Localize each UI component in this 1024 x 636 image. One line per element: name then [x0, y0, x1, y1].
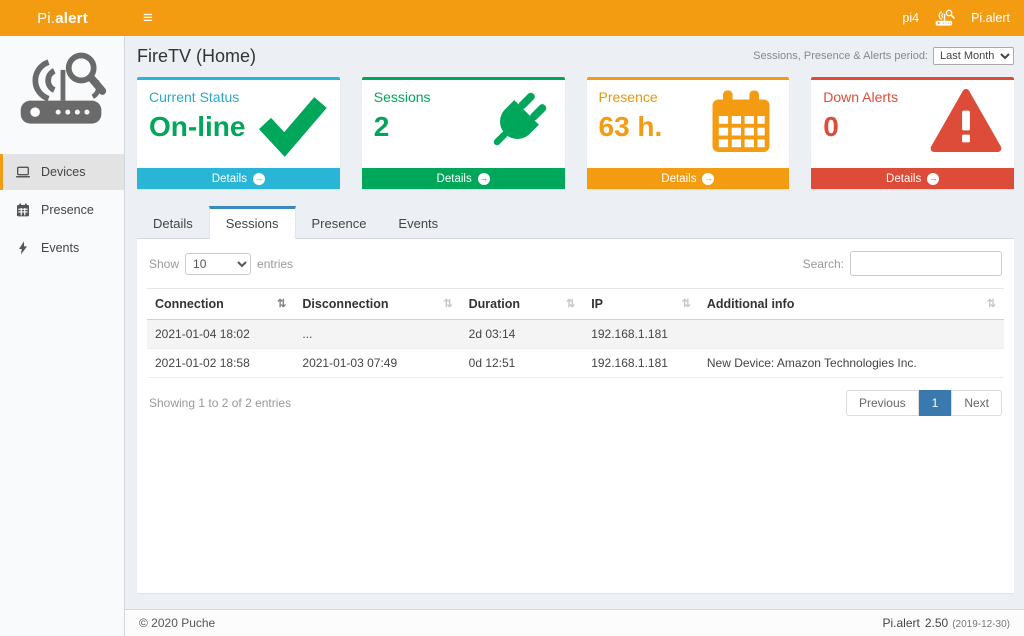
sessions-tab-content: Show 10 entries Search:: [137, 239, 1014, 593]
hostname-link[interactable]: pi4: [902, 11, 919, 25]
arrow-right-icon: →: [478, 173, 490, 185]
brand-prefix: Pi.: [37, 10, 55, 27]
copyright-text: © 2020 Puche: [139, 616, 215, 630]
calendar-icon: [15, 202, 31, 218]
entries-label: entries: [257, 257, 293, 271]
sort-icon: ⇅: [987, 297, 996, 310]
topbar-spacer: [171, 0, 902, 36]
sidebar-menu: Devices Presence Events: [0, 154, 124, 266]
card-details-link[interactable]: Details →: [587, 168, 790, 189]
cell-duration: 0d 12:51: [461, 349, 584, 378]
arrow-right-icon: →: [253, 173, 265, 185]
period-label: Sessions, Presence & Alerts period:: [753, 50, 928, 62]
tab-presence[interactable]: Presence: [296, 206, 383, 239]
sidebar-item-presence[interactable]: Presence: [0, 192, 124, 228]
table-row: 2021-01-04 18:02 ... 2d 03:14 192.168.1.…: [147, 320, 1004, 349]
cell-disconnection: 2021-01-03 07:49: [294, 349, 460, 378]
table-summary: Showing 1 to 2 of 2 entries: [149, 396, 291, 410]
arrow-right-icon: →: [702, 173, 714, 185]
previous-page-button[interactable]: Previous: [846, 390, 919, 416]
column-header-connection[interactable]: Connection⇅: [147, 289, 294, 320]
card-sessions: Sessions 2 Details →: [362, 77, 565, 189]
cell-connection: 2021-01-04 18:02: [147, 320, 294, 349]
page-1-button[interactable]: 1: [919, 390, 952, 416]
sidebar-item-label: Events: [41, 241, 79, 255]
sort-icon: ⇅: [443, 297, 452, 310]
show-label: Show: [149, 257, 179, 271]
search-label: Search:: [803, 257, 844, 271]
sidebar-item-label: Presence: [41, 203, 94, 217]
tab-sessions[interactable]: Sessions: [209, 206, 296, 239]
tab-details[interactable]: Details: [137, 206, 209, 239]
content: FireTV (Home) Sessions, Presence & Alert…: [125, 36, 1024, 609]
sidebar-logo: [0, 36, 124, 154]
table-row: 2021-01-02 18:58 2021-01-03 07:49 0d 12:…: [147, 349, 1004, 378]
device-tabs-panel: Details Sessions Presence Events Show 10…: [137, 206, 1014, 593]
sort-icon: ⇅: [277, 297, 286, 310]
version-text: Pi.alert2.50(2019-12-30): [882, 616, 1010, 630]
sort-icon: ⇅: [566, 297, 575, 310]
next-page-button[interactable]: Next: [951, 390, 1002, 416]
page-title: FireTV (Home): [137, 46, 256, 67]
card-presence: Presence 63 h. Details →: [587, 77, 790, 189]
sidebar-toggle-button[interactable]: ≡: [125, 0, 171, 36]
tab-events[interactable]: Events: [382, 206, 454, 239]
page-size-select[interactable]: 10: [185, 253, 251, 275]
bolt-icon: [15, 240, 31, 256]
topbar-app-link[interactable]: Pi.alert: [971, 11, 1010, 25]
column-header-disconnection[interactable]: Disconnection⇅: [294, 289, 460, 320]
card-current-status: Current Status On-line Details →: [137, 77, 340, 189]
card-details-link[interactable]: Details →: [811, 168, 1014, 189]
calendar-icon: [703, 86, 779, 158]
check-icon: [254, 86, 330, 158]
plug-icon: [479, 86, 555, 158]
brand-logo[interactable]: Pi.alert: [0, 0, 125, 36]
sidebar-item-devices[interactable]: Devices: [0, 154, 124, 190]
search-input[interactable]: [850, 251, 1002, 276]
cell-ip: 192.168.1.181: [583, 349, 699, 378]
pagination: Previous 1 Next: [846, 390, 1002, 416]
cell-additional-info: New Device: Amazon Technologies Inc.: [699, 349, 1004, 378]
column-header-ip[interactable]: IP⇅: [583, 289, 699, 320]
cell-ip: 192.168.1.181: [583, 320, 699, 349]
cell-disconnection: ...: [294, 320, 460, 349]
top-navbar: Pi.alert ≡ pi4 Pi.alert: [0, 0, 1024, 36]
sidebar-item-events[interactable]: Events: [0, 230, 124, 266]
period-select[interactable]: Last Month: [933, 47, 1014, 65]
cell-connection: 2021-01-02 18:58: [147, 349, 294, 378]
sessions-table: Connection⇅ Disconnection⇅ Duration⇅ IP⇅…: [147, 288, 1004, 378]
arrow-right-icon: →: [927, 173, 939, 185]
brand-bold: alert: [55, 10, 88, 27]
warning-icon: [928, 86, 1004, 158]
cell-duration: 2d 03:14: [461, 320, 584, 349]
hamburger-icon: ≡: [143, 8, 153, 28]
card-details-link[interactable]: Details →: [362, 168, 565, 189]
tab-list: Details Sessions Presence Events: [137, 206, 1014, 239]
summary-cards: Current Status On-line Details → Session…: [137, 77, 1014, 189]
sidebar-item-label: Devices: [41, 165, 85, 179]
footer: © 2020 Puche Pi.alert2.50(2019-12-30): [125, 609, 1024, 636]
sort-icon: ⇅: [682, 297, 691, 310]
column-header-additional-info[interactable]: Additional info⇅: [699, 289, 1004, 320]
router-scan-logo-icon: [14, 50, 110, 132]
cell-additional-info: [699, 320, 1004, 349]
table-header-row: Connection⇅ Disconnection⇅ Duration⇅ IP⇅…: [147, 289, 1004, 320]
router-scan-icon: [933, 9, 957, 27]
main-area: FireTV (Home) Sessions, Presence & Alert…: [125, 36, 1024, 636]
topbar-right: pi4 Pi.alert: [902, 0, 1024, 36]
column-header-duration[interactable]: Duration⇅: [461, 289, 584, 320]
card-down-alerts: Down Alerts 0 Details →: [811, 77, 1014, 189]
card-details-link[interactable]: Details →: [137, 168, 340, 189]
laptop-icon: [15, 164, 31, 180]
sidebar: Devices Presence Events: [0, 36, 125, 636]
